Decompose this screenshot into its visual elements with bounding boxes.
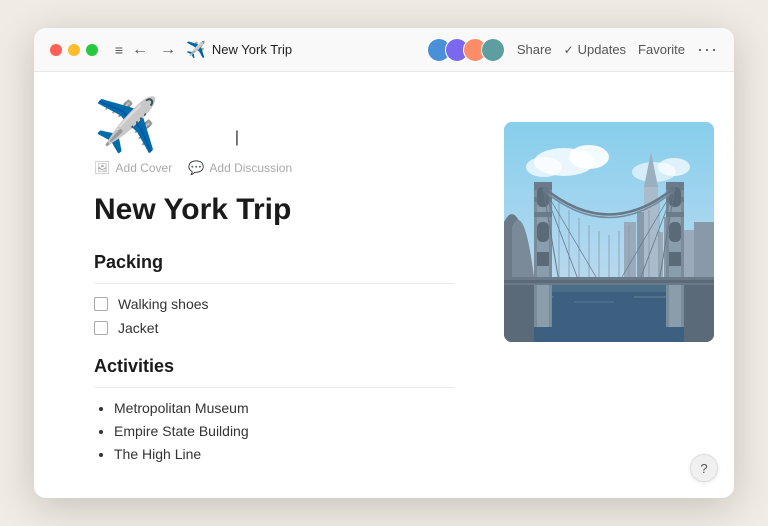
nav-buttons: ← →	[128, 39, 180, 61]
content-area: | ✈️ 🖼 Add Cover 💬 Add Discussion New Yo…	[34, 72, 734, 498]
page-title-bar: ✈️ New York Trip	[186, 40, 292, 60]
forward-button[interactable]: →	[156, 39, 180, 61]
updates-button[interactable]: ✓ Updates	[564, 42, 626, 57]
add-discussion-button[interactable]: 💬 Add Discussion	[188, 160, 292, 176]
titlebar: ≡ ← → ✈️ New York Trip Share ✓ Updates	[34, 28, 734, 72]
image-panel	[494, 72, 734, 498]
check-icon: ✓	[564, 43, 574, 57]
hamburger-menu-icon[interactable]: ≡	[110, 41, 128, 59]
packing-section-title: Packing	[94, 252, 454, 273]
favorite-button[interactable]: Favorite	[638, 42, 685, 57]
activities-section-title: Activities	[94, 356, 454, 377]
page-icon-small: ✈️	[186, 40, 206, 60]
activity-label: Empire State Building	[114, 423, 249, 439]
bridge-image	[504, 122, 714, 342]
list-item: The High Line	[114, 446, 454, 462]
activity-label: The High Line	[114, 446, 201, 462]
image-icon: 🖼	[94, 160, 111, 176]
add-cover-button[interactable]: 🖼 Add Cover	[94, 160, 172, 176]
checklist-item-label: Jacket	[118, 320, 158, 336]
more-options-button[interactable]: ···	[697, 39, 718, 60]
traffic-lights	[50, 44, 98, 56]
maximize-button[interactable]	[86, 44, 98, 56]
checkbox[interactable]	[94, 297, 108, 311]
add-discussion-label: Add Discussion	[209, 161, 292, 175]
add-cover-label: Add Cover	[116, 161, 173, 175]
share-button[interactable]: Share	[517, 42, 552, 57]
avatar	[481, 38, 505, 62]
back-button[interactable]: ←	[128, 39, 152, 61]
checkbox[interactable]	[94, 321, 108, 335]
main-content: | ✈️ 🖼 Add Cover 💬 Add Discussion New Yo…	[34, 72, 494, 498]
checklist-item: Jacket	[94, 320, 454, 336]
activities-list: Metropolitan Museum Empire State Buildin…	[94, 400, 454, 462]
updates-label: Updates	[578, 42, 626, 57]
packing-divider	[94, 283, 454, 284]
activities-divider	[94, 387, 454, 388]
page-icon: ✈️	[94, 100, 454, 152]
close-button[interactable]	[50, 44, 62, 56]
text-cursor: |	[235, 130, 239, 146]
titlebar-title-text: New York Trip	[212, 42, 292, 57]
page-title: New York Trip	[94, 192, 454, 228]
minimize-button[interactable]	[68, 44, 80, 56]
favorite-label: Favorite	[638, 42, 685, 57]
checklist-item-label: Walking shoes	[118, 296, 209, 312]
list-item: Metropolitan Museum	[114, 400, 454, 416]
page-meta: 🖼 Add Cover 💬 Add Discussion	[94, 160, 454, 176]
checklist-item: Walking shoes	[94, 296, 454, 312]
help-button[interactable]: ?	[690, 454, 718, 482]
packing-checklist: Walking shoes Jacket	[94, 296, 454, 336]
list-item: Empire State Building	[114, 423, 454, 439]
comment-icon: 💬	[188, 160, 204, 176]
app-window: ≡ ← → ✈️ New York Trip Share ✓ Updates	[34, 28, 734, 498]
share-label: Share	[517, 42, 552, 57]
titlebar-right: Share ✓ Updates Favorite ···	[427, 38, 718, 62]
avatar-group	[427, 38, 505, 62]
activity-label: Metropolitan Museum	[114, 400, 249, 416]
